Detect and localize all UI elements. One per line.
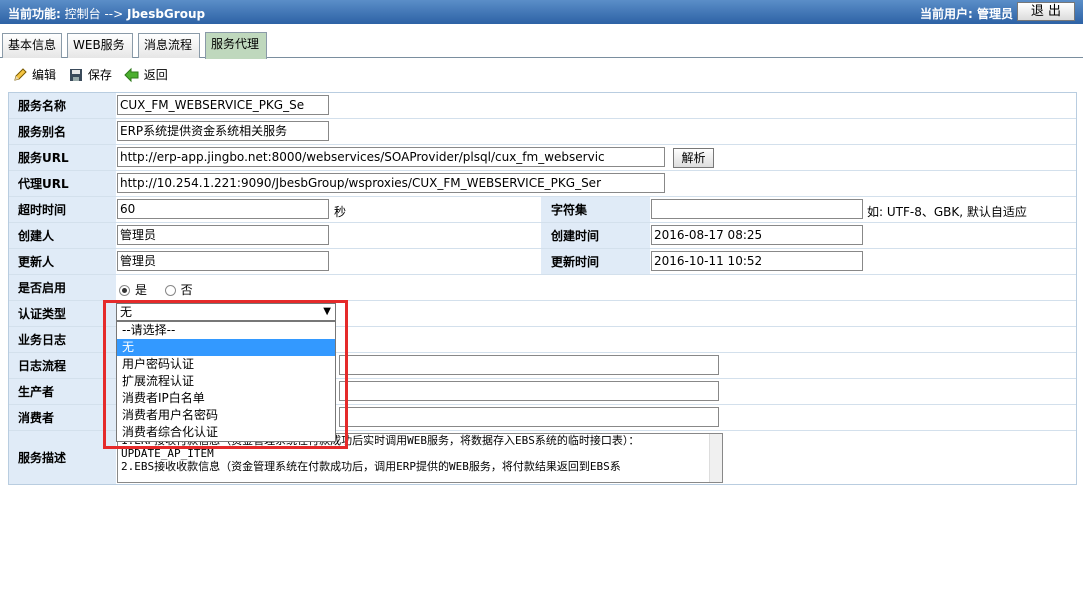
updater-input[interactable]: 管理员 bbox=[117, 251, 329, 271]
charset-hint: 如: UTF-8、GBK, 默认自适应 bbox=[867, 205, 1027, 219]
enabled-no-radio[interactable] bbox=[164, 285, 176, 296]
created-time-label: 创建时间 bbox=[541, 223, 650, 248]
updater-label: 更新人 bbox=[9, 249, 116, 274]
current-user: 当前用户: 管理员 bbox=[920, 7, 1013, 21]
service-alias-label: 服务别名 bbox=[9, 119, 116, 144]
row-enabled: 是否启用 是 否 bbox=[9, 275, 1076, 301]
pencil-icon bbox=[12, 67, 28, 83]
current-function: 当前功能: 控制台 --> JbesbGroup bbox=[8, 5, 205, 22]
charset-input[interactable] bbox=[651, 199, 863, 219]
tab-message-flow[interactable]: 消息流程 bbox=[138, 33, 200, 58]
parse-button[interactable]: 解析 bbox=[673, 148, 714, 168]
back-arrow-icon bbox=[123, 67, 140, 83]
toolbar: 编辑 保存 返回 bbox=[12, 66, 176, 84]
creator-label: 创建人 bbox=[9, 223, 116, 248]
log-flow-input[interactable] bbox=[339, 355, 719, 375]
service-alias-input[interactable]: ERP系统提供资金系统相关服务 bbox=[117, 121, 329, 141]
charset-label: 字符集 bbox=[541, 197, 650, 222]
back-label: 返回 bbox=[143, 68, 168, 82]
row-proxy-url: 代理URL http://10.254.1.221:9090/JbesbGrou… bbox=[9, 171, 1076, 197]
row-service-name: 服务名称 CUX_FM_WEBSERVICE_PKG_Se bbox=[9, 93, 1076, 119]
consumer-label: 消费者 bbox=[9, 405, 116, 430]
log-flow-label: 日志流程 bbox=[9, 353, 116, 378]
top-bar: 当前功能: 控制台 --> JbesbGroup 当前用户: 管理员 退 出 bbox=[0, 0, 1083, 24]
row-service-url: 服务URL http://erp-app.jingbo.net:8000/web… bbox=[9, 145, 1076, 171]
description-label: 服务描述 bbox=[9, 431, 116, 484]
edit-label: 编辑 bbox=[32, 68, 57, 82]
row-creator: 创建人 管理员 创建时间 2016-08-17 08:25 bbox=[9, 223, 1076, 249]
edit-button[interactable]: 编辑 bbox=[12, 66, 56, 83]
service-name-input[interactable]: CUX_FM_WEBSERVICE_PKG_Se bbox=[117, 95, 329, 115]
auth-type-label: 认证类型 bbox=[9, 301, 116, 326]
textarea-scrollbar[interactable] bbox=[709, 434, 722, 482]
description-line: 2.EBS接收收款信息（资金管理系统在付款成功后，调用ERP提供的WEB服务，将… bbox=[121, 460, 621, 473]
proxy-url-label: 代理URL bbox=[9, 171, 116, 196]
timeout-input[interactable]: 60 bbox=[117, 199, 329, 219]
consumer-input[interactable] bbox=[339, 407, 719, 427]
enabled-label: 是否启用 bbox=[9, 275, 116, 300]
producer-input[interactable] bbox=[339, 381, 719, 401]
biz-log-label: 业务日志 bbox=[9, 327, 116, 352]
service-url-label: 服务URL bbox=[9, 145, 116, 170]
service-url-input[interactable]: http://erp-app.jingbo.net:8000/webservic… bbox=[117, 147, 665, 167]
tab-basic-info[interactable]: 基本信息 bbox=[2, 33, 62, 58]
updated-time-input[interactable]: 2016-10-11 10:52 bbox=[651, 251, 863, 271]
tab-service-proxy[interactable]: 服务代理 bbox=[205, 32, 267, 59]
enabled-radio-group: 是 否 bbox=[119, 281, 193, 298]
proxy-url-input[interactable]: http://10.254.1.221:9090/JbesbGroup/wspr… bbox=[117, 173, 665, 193]
updated-time-label: 更新时间 bbox=[541, 249, 650, 274]
service-name-label: 服务名称 bbox=[9, 93, 116, 118]
row-updater: 更新人 管理员 更新时间 2016-10-11 10:52 bbox=[9, 249, 1076, 275]
current-function-label: 当前功能: bbox=[8, 7, 61, 21]
save-label: 保存 bbox=[87, 68, 112, 82]
logout-button[interactable]: 退 出 bbox=[1017, 2, 1075, 21]
save-button[interactable]: 保存 bbox=[68, 66, 112, 83]
tab-web-service[interactable]: WEB服务 bbox=[67, 33, 133, 58]
enabled-yes-label: 是 bbox=[135, 283, 148, 297]
floppy-disk-icon bbox=[68, 67, 84, 83]
current-function-path: 控制台 --> bbox=[64, 7, 124, 21]
timeout-unit: 秒 bbox=[334, 205, 347, 219]
current-function-name: JbesbGroup bbox=[127, 7, 206, 21]
back-button[interactable]: 返回 bbox=[123, 66, 168, 83]
created-time-input[interactable]: 2016-08-17 08:25 bbox=[651, 225, 863, 245]
highlight-box bbox=[103, 300, 348, 449]
creator-input[interactable]: 管理员 bbox=[117, 225, 329, 245]
row-service-alias: 服务别名 ERP系统提供资金系统相关服务 bbox=[9, 119, 1076, 145]
tab-bar: 基本信息 WEB服务 消息流程 服务代理 bbox=[0, 31, 1083, 59]
producer-label: 生产者 bbox=[9, 379, 116, 404]
enabled-no-label: 否 bbox=[180, 283, 193, 297]
timeout-label: 超时时间 bbox=[9, 197, 116, 222]
enabled-yes-radio[interactable] bbox=[119, 285, 130, 296]
row-timeout-charset: 超时时间 60 秒 字符集 如: UTF-8、GBK, 默认自适应 bbox=[9, 197, 1076, 223]
